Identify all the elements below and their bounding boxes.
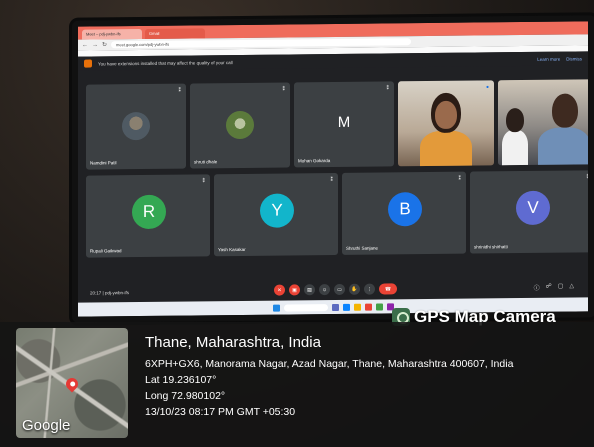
extension-warning-text: You have extensions installed that may a… [98, 59, 233, 66]
call-controls: ✕ ▣ ▤ ☺ ▭ ✋ ⋮ ☎ [274, 283, 397, 296]
captions-icon[interactable]: ▤ [304, 284, 315, 296]
speaking-indicator-icon: ● [485, 84, 489, 91]
geotag-panel: Google Thane, Maharashtra, India 6XPH+GX… [0, 322, 594, 447]
call-time: 20:17 [90, 289, 102, 296]
avatar [122, 111, 150, 141]
more-options-icon[interactable]: ⋮ [364, 283, 375, 295]
participant-tile[interactable]: V ⁑ shrinidhi shirhatti [470, 170, 589, 254]
browser-window: Meet – pdj-ywbn-ifs Gmail ← → ↻ meet.goo… [78, 21, 588, 317]
participant-tile[interactable]: M ⁑ Mohan Gokarda [294, 81, 394, 168]
side-controls: ⓘ ☍ ▢ △ [534, 282, 574, 291]
raise-hand-icon[interactable]: ✋ [349, 283, 360, 295]
mic-toggle-icon[interactable]: ✕ [274, 284, 285, 296]
participant-name: Mohan Gokarda [298, 158, 331, 164]
participant-tile[interactable]: R ⁑ Rupali Gaikwad [86, 174, 210, 258]
person-body [538, 127, 588, 166]
task-view-icon[interactable] [331, 303, 339, 311]
participant-video-tile[interactable] [498, 79, 588, 166]
info-icon[interactable]: ⓘ [534, 283, 540, 292]
chat-icon[interactable]: ▢ [558, 283, 564, 292]
participant-grid: ⁑ Namdini Patil ⁑ shruti dhale M ⁑ Mohan… [86, 79, 588, 279]
people-icon[interactable]: ☍ [546, 283, 552, 292]
participant-tile[interactable]: Y ⁑ Yash Kasakar [214, 172, 338, 257]
chrome-icon[interactable] [364, 303, 372, 311]
windows-start-icon[interactable] [272, 304, 280, 312]
camera-toggle-icon[interactable]: ▣ [289, 284, 300, 296]
map-thumbnail: Google [16, 328, 128, 438]
call-info: 20:17 | pdj-ywbn-ifs [90, 289, 129, 296]
avatar: V [516, 190, 550, 226]
file-explorer-icon[interactable] [353, 303, 361, 311]
participant-name: Namdini Patil [90, 160, 117, 166]
geotag-text: Thane, Maharashtra, India 6XPH+GX6, Mano… [145, 334, 513, 420]
taskbar-search[interactable] [283, 303, 328, 312]
learn-more-link[interactable]: Learn more [537, 56, 560, 61]
tab-gmail[interactable]: Gmail [145, 28, 205, 39]
photo: Meet – pdj-ywbn-ifs Gmail ← → ↻ meet.goo… [0, 0, 594, 447]
avatar: R [132, 194, 166, 230]
back-icon[interactable]: ← [82, 42, 88, 48]
mic-off-icon: ⁑ [178, 87, 182, 94]
meeting-code: pdj-ywbn-ifs [104, 289, 129, 295]
mic-off-icon: ⁑ [386, 85, 390, 92]
participant-name: Rupali Gaikwad [90, 248, 122, 254]
person-face [552, 93, 578, 128]
address: 6XPH+GX6, Manorama Nagar, Azad Nagar, Th… [145, 358, 514, 370]
mic-off-icon: ⁑ [586, 174, 589, 181]
activities-icon[interactable]: △ [569, 282, 574, 291]
dismiss-link[interactable]: Dismiss [566, 56, 582, 61]
edge-icon[interactable] [342, 303, 350, 311]
participant-name: shruti dhale [194, 159, 218, 165]
avatar: M [337, 113, 351, 131]
google-logo: Google [22, 417, 71, 434]
location-pin-icon [63, 375, 81, 393]
participant-tile[interactable]: ⁑ shruti dhale [190, 82, 290, 169]
person-face [506, 108, 524, 133]
mic-off-icon: ⁑ [282, 86, 286, 93]
participant-tile[interactable]: ⁑ Namdini Patil [86, 83, 186, 170]
meet-logo-icon [84, 59, 92, 68]
leave-call-icon[interactable]: ☎ [379, 283, 397, 295]
participant-name: Shruthi Sanjane [346, 245, 379, 251]
mic-off-icon: ⁑ [202, 178, 206, 185]
person-body [502, 129, 528, 166]
present-icon[interactable]: ▭ [334, 283, 345, 295]
latitude: Lat 19.236107° [145, 374, 217, 386]
tab-meet[interactable]: Meet – pdj-ywbn-ifs [82, 29, 142, 40]
forward-icon[interactable]: → [92, 42, 98, 48]
laptop-screen: Meet – pdj-ywbn-ifs Gmail ← → ↻ meet.goo… [72, 15, 594, 323]
participant-name: Yash Kasakar [218, 246, 246, 253]
person-body [420, 130, 472, 167]
avatar: Y [260, 193, 294, 228]
mic-off-icon: ⁑ [330, 177, 334, 184]
avatar: B [388, 192, 422, 227]
person-face [435, 100, 457, 129]
datetime: 13/10/23 08:17 PM GMT +05:30 [145, 406, 296, 418]
participant-name: shrinidhi shirhatti [474, 244, 508, 250]
participant-video-tile[interactable]: ● [398, 80, 494, 167]
reload-icon[interactable]: ↻ [102, 41, 107, 48]
participant-tile[interactable]: B ⁑ Shruthi Sanjane [342, 171, 466, 255]
place-name: Thane, Maharashtra, India [145, 334, 321, 351]
app-icon[interactable] [375, 302, 383, 311]
avatar [226, 110, 254, 140]
emoji-icon[interactable]: ☺ [319, 284, 330, 296]
longitude: Long 72.980102° [145, 390, 226, 402]
mic-off-icon: ⁑ [458, 175, 462, 182]
